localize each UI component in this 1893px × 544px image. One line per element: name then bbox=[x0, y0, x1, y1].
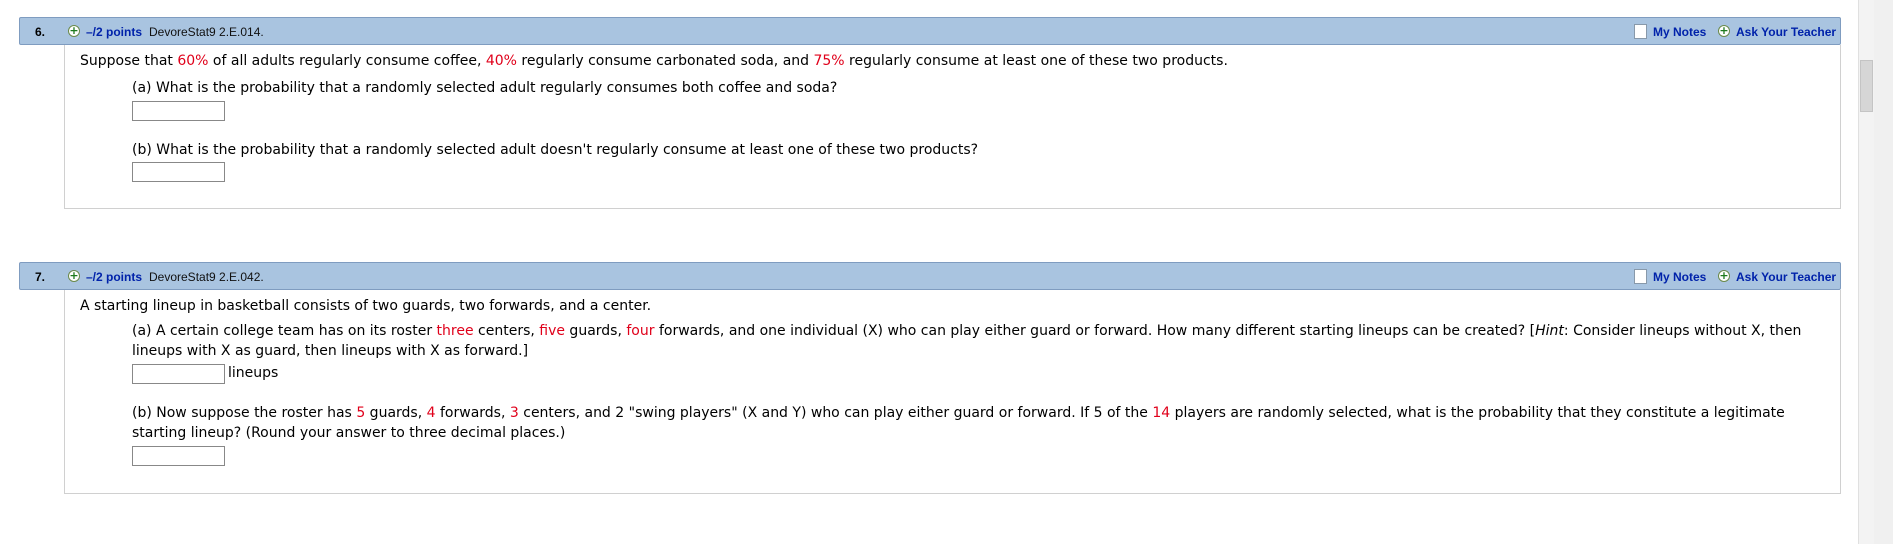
part-a-answer-input[interactable] bbox=[132, 364, 225, 384]
ask-teacher-plus-icon[interactable]: + bbox=[1718, 25, 1730, 37]
question-body: Suppose that 60% of all adults regularly… bbox=[64, 45, 1841, 209]
notes-checkbox-icon[interactable] bbox=[1634, 24, 1647, 39]
question-source: DevoreStat9 2.E.042. bbox=[149, 270, 264, 284]
question-stem: Suppose that 60% of all adults regularly… bbox=[80, 53, 1228, 69]
question-7: 7. + –/2 points DevoreStat9 2.E.042. My … bbox=[19, 262, 1841, 494]
question-6: 6. + –/2 points DevoreStat9 2.E.014. My … bbox=[19, 17, 1841, 209]
part-a-answer-input[interactable] bbox=[132, 101, 225, 121]
my-notes-link[interactable]: My Notes bbox=[1653, 25, 1706, 39]
vertical-scrollbar[interactable] bbox=[1858, 0, 1893, 544]
scroll-thumb[interactable] bbox=[1860, 60, 1873, 112]
part-b-text: (b) Now suppose the roster has 5 guards,… bbox=[132, 405, 1785, 441]
part-a-text: (a) A certain college team has on its ro… bbox=[132, 323, 1802, 359]
part-b-answer-input[interactable] bbox=[132, 162, 225, 182]
notes-checkbox-icon[interactable] bbox=[1634, 269, 1647, 284]
expand-plus-icon[interactable]: + bbox=[68, 25, 80, 37]
part-a-text: (a) What is the probability that a rando… bbox=[132, 80, 838, 96]
question-body: A starting lineup in basketball consists… bbox=[64, 290, 1841, 494]
question-number: 6. bbox=[35, 25, 46, 39]
my-notes-link[interactable]: My Notes bbox=[1653, 270, 1706, 284]
part-b-answer-input[interactable] bbox=[132, 446, 225, 466]
ask-teacher-plus-icon[interactable]: + bbox=[1718, 270, 1730, 282]
points-label: –/2 points bbox=[86, 270, 143, 284]
ask-your-teacher-link[interactable]: Ask Your Teacher bbox=[1736, 270, 1836, 284]
points-label: –/2 points bbox=[86, 25, 143, 39]
ask-your-teacher-link[interactable]: Ask Your Teacher bbox=[1736, 25, 1836, 39]
question-source: DevoreStat9 2.E.014. bbox=[149, 25, 264, 39]
question-stem: A starting lineup in basketball consists… bbox=[80, 298, 652, 314]
question-number: 7. bbox=[35, 270, 46, 284]
part-b-text: (b) What is the probability that a rando… bbox=[132, 142, 979, 158]
part-a-unit-label: lineups bbox=[228, 365, 279, 381]
expand-plus-icon[interactable]: + bbox=[68, 270, 80, 282]
assignment-page: 6. + –/2 points DevoreStat9 2.E.014. My … bbox=[0, 0, 1893, 544]
question-header: 7. + –/2 points DevoreStat9 2.E.042. My … bbox=[19, 262, 1841, 290]
question-header: 6. + –/2 points DevoreStat9 2.E.014. My … bbox=[19, 17, 1841, 45]
scroll-track[interactable] bbox=[1859, 0, 1874, 544]
